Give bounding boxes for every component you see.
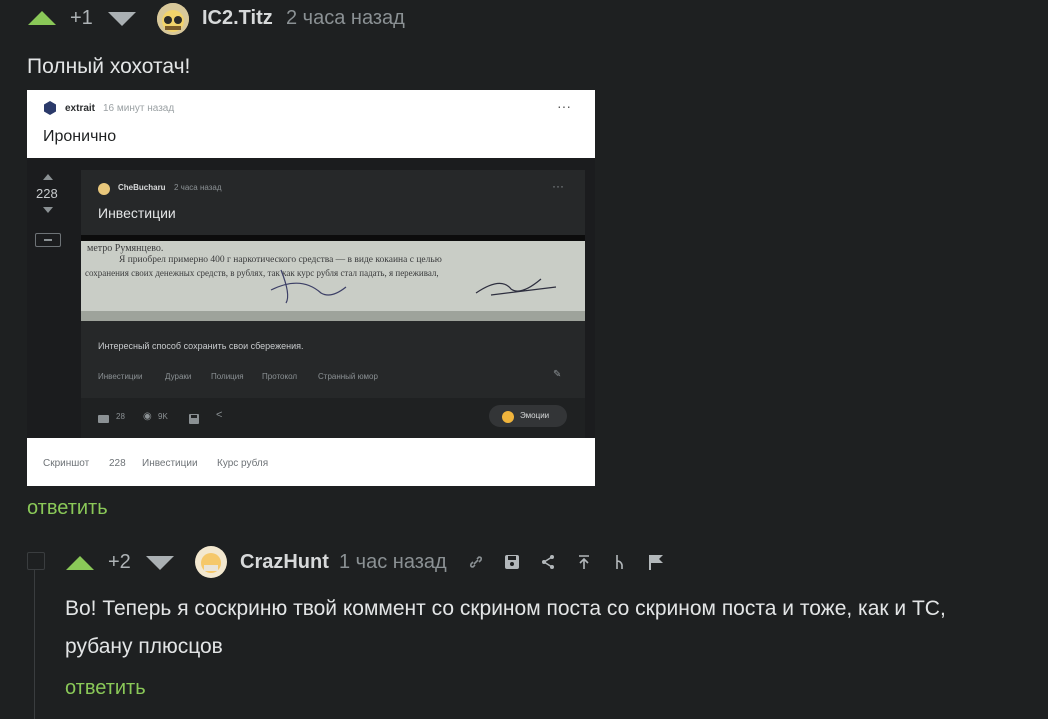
screenshot-title: Иронично bbox=[43, 128, 117, 145]
comment-text: Полный хохотач! bbox=[27, 55, 191, 78]
comment-time[interactable]: 1 час назад bbox=[339, 551, 447, 574]
comment-text: рубану плюсцов bbox=[65, 635, 223, 658]
inner-collapse-icon bbox=[35, 233, 61, 247]
inner-tag: Протокол bbox=[262, 372, 298, 381]
inner-more-icon: ··· bbox=[552, 179, 564, 193]
screenshot-user: extrait bbox=[65, 103, 96, 114]
edit-icon: ✎ bbox=[553, 369, 562, 380]
screenshot-tag: Инвестиции bbox=[142, 458, 198, 469]
reply-link[interactable]: ответить bbox=[27, 497, 108, 520]
screenshot-time: 16 минут назад bbox=[103, 103, 175, 114]
reply-link[interactable]: ответить bbox=[65, 677, 146, 700]
inner-tag: Дураки bbox=[165, 372, 192, 381]
avatar[interactable] bbox=[195, 546, 227, 578]
downvote-icon[interactable] bbox=[146, 556, 174, 570]
comment-text: Во! Теперь я соскриню твой коммент со ск… bbox=[65, 597, 946, 620]
share-icon[interactable] bbox=[538, 552, 558, 572]
inner-post-text: Интересный способ сохранить свои сбереже… bbox=[98, 341, 304, 351]
screenshot-tags-bar: Скриншот 228 Инвестиции Курс рубля bbox=[27, 438, 595, 486]
screenshot-tag: Скриншот bbox=[43, 458, 90, 469]
comment-author[interactable]: IC2.Titz bbox=[202, 7, 273, 30]
avatar[interactable] bbox=[157, 3, 189, 35]
signature-image bbox=[270, 269, 347, 304]
collapse-thread-icon[interactable] bbox=[27, 552, 45, 570]
comment-score: +1 bbox=[70, 7, 93, 29]
report-flag-icon[interactable] bbox=[646, 552, 666, 572]
comment-author[interactable]: CrazHunt bbox=[240, 551, 329, 574]
inner-time: 2 часа назад bbox=[174, 183, 222, 192]
link-icon[interactable] bbox=[466, 552, 486, 572]
downvote-icon[interactable] bbox=[108, 12, 136, 26]
avatar-image bbox=[157, 3, 189, 35]
inner-score: 228 bbox=[36, 186, 58, 201]
comment-image[interactable]: extrait 16 минут назад ··· Иронично 228 … bbox=[27, 90, 595, 486]
inner-avatar bbox=[98, 182, 110, 200]
inner-tag: Странный юмор bbox=[318, 372, 378, 381]
more-icon: ··· bbox=[557, 98, 571, 114]
emotions-label: Эмоции bbox=[520, 411, 550, 420]
screenshot-tag: Курс рубля bbox=[217, 458, 269, 469]
thread-line[interactable] bbox=[34, 570, 35, 719]
upvote-icon[interactable] bbox=[28, 11, 56, 25]
inner-tag: Полиция bbox=[211, 372, 244, 381]
inner-title: Инвестиции bbox=[98, 205, 176, 221]
avatar-image bbox=[195, 546, 227, 578]
emotions-button: Эмоции bbox=[489, 405, 567, 427]
branch-icon[interactable] bbox=[610, 552, 630, 572]
share-icon: < bbox=[216, 409, 223, 421]
inner-downvote-icon bbox=[43, 207, 53, 213]
document-photo: метро Румянцево. Я приобрел примерно 400… bbox=[81, 235, 585, 321]
comments-icon bbox=[98, 412, 109, 430]
views-icon: ◉ bbox=[143, 411, 152, 422]
save-icon[interactable] bbox=[502, 552, 522, 572]
inner-views-count: 9K bbox=[158, 412, 168, 421]
screenshot-tag: 228 bbox=[109, 458, 126, 469]
inner-comments-count: 28 bbox=[116, 412, 125, 421]
emotion-icon bbox=[502, 410, 514, 428]
inner-user: CheBucharu bbox=[118, 183, 166, 192]
comment-time[interactable]: 2 часа назад bbox=[286, 7, 405, 30]
inner-tag: Инвестиции bbox=[98, 372, 143, 381]
upvote-icon[interactable] bbox=[66, 556, 94, 570]
screenshot-header: extrait 16 минут назад ··· Иронично bbox=[27, 90, 595, 158]
signature-image bbox=[475, 278, 557, 296]
comment-score: +2 bbox=[108, 551, 131, 573]
scroll-to-top-icon[interactable] bbox=[574, 552, 594, 572]
community-icon bbox=[43, 101, 57, 120]
photo-line: Я приобрел примерно 400 г наркотического… bbox=[119, 255, 442, 265]
photo-line: метро Румянцево. bbox=[87, 243, 164, 254]
save-icon bbox=[189, 411, 199, 429]
inner-upvote-icon bbox=[43, 174, 53, 180]
